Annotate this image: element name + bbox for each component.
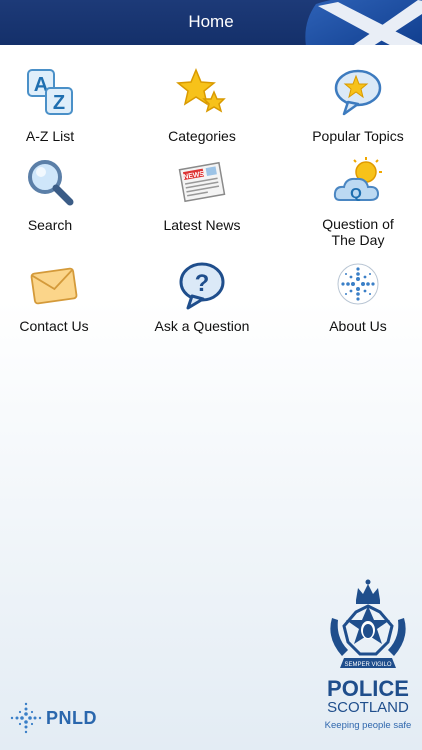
menu-label: Latest News bbox=[163, 217, 241, 233]
speech-bubble-star-icon bbox=[334, 69, 382, 116]
police-wordmark-line2: SCOTLAND bbox=[327, 699, 409, 716]
svg-text:Q: Q bbox=[350, 185, 362, 202]
saltire-flag-icon bbox=[305, 0, 422, 45]
stars-icon bbox=[176, 68, 226, 113]
menu-item-about-us[interactable]: About Us bbox=[288, 260, 422, 350]
sun-cloud-q-icon: Q bbox=[333, 157, 382, 202]
globe-dots-icon bbox=[337, 263, 379, 305]
envelope-icon bbox=[30, 267, 78, 305]
menu-label: About Us bbox=[329, 318, 387, 334]
menu-label: A-Z List bbox=[25, 128, 75, 144]
svg-text:?: ? bbox=[195, 270, 210, 297]
magnifier-icon bbox=[28, 160, 74, 206]
menu-item-az-list[interactable]: A Z A-Z List bbox=[0, 66, 120, 156]
az-list-icon: A Z bbox=[27, 69, 73, 115]
pnld-logo: PNLD bbox=[8, 700, 108, 736]
menu-item-popular-topics[interactable]: Popular Topics bbox=[288, 66, 422, 156]
newspaper-icon: NEWS bbox=[178, 161, 226, 203]
svg-text:Z: Z bbox=[53, 92, 65, 114]
menu-item-latest-news[interactable]: NEWS Latest News bbox=[132, 156, 272, 246]
police-motto: SEMPER VIGILO bbox=[344, 662, 391, 668]
menu-label: Contact Us bbox=[19, 318, 89, 334]
police-tagline: Keeping people safe bbox=[324, 720, 412, 731]
menu-label: Categories bbox=[168, 128, 236, 144]
police-crest-icon: SEMPER VIGILO bbox=[330, 579, 406, 668]
menu-item-contact-us[interactable]: Contact Us bbox=[0, 260, 124, 350]
question-bubble-icon: ? bbox=[179, 262, 225, 310]
menu-item-ask-a-question[interactable]: ? Ask a Question bbox=[132, 260, 272, 350]
menu-item-search[interactable]: Search bbox=[0, 156, 120, 246]
menu-label: Question of The Day bbox=[322, 216, 394, 248]
menu-label: Ask a Question bbox=[154, 318, 250, 334]
menu-label: Search bbox=[27, 217, 73, 233]
police-wordmark-line1: POLICE bbox=[327, 676, 409, 701]
menu-label: Popular Topics bbox=[312, 128, 404, 144]
police-scotland-logo: SEMPER VIGILO POLICE SCOTLAND Keeping pe… bbox=[318, 578, 418, 738]
navigation-bar: Home bbox=[0, 0, 422, 45]
pnld-globe-icon bbox=[10, 702, 42, 734]
menu-item-categories[interactable]: Categories bbox=[132, 66, 272, 156]
menu-item-question-of-the-day[interactable]: Q Question of The Day bbox=[288, 156, 422, 256]
pnld-wordmark: PNLD bbox=[46, 708, 97, 728]
